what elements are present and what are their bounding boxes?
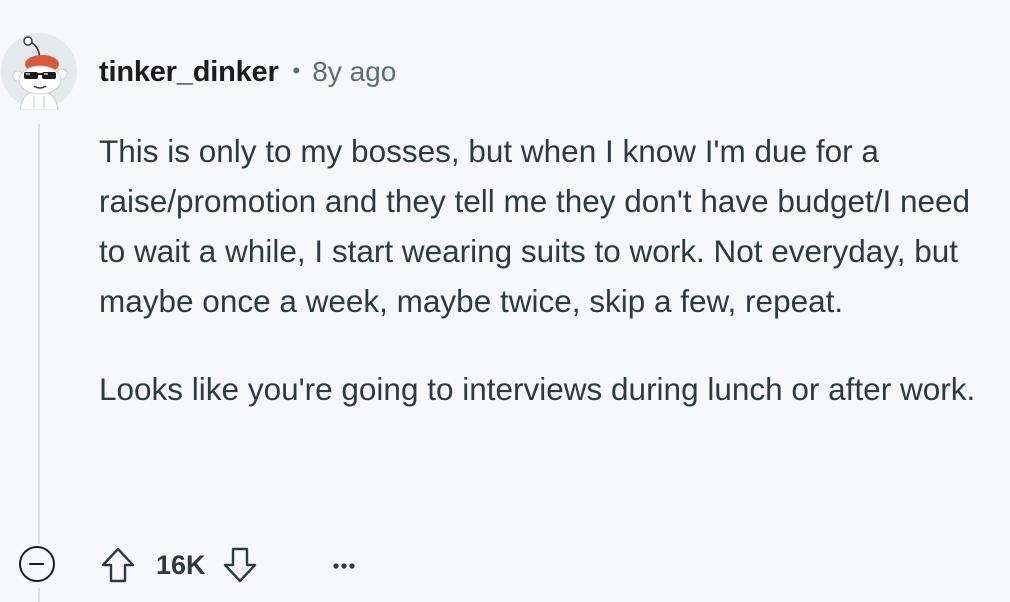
collapse-thread-button[interactable] xyxy=(19,546,55,582)
thread-line-continuation[interactable] xyxy=(38,588,40,602)
downvote-arrow-icon[interactable] xyxy=(220,543,260,587)
comment-paragraph: This is only to my bosses, but when I kn… xyxy=(99,133,971,319)
avatar[interactable] xyxy=(0,30,78,111)
username-link[interactable]: tinker_dinker xyxy=(99,56,279,89)
snoo-avatar-icon xyxy=(1,33,77,111)
more-options-button[interactable] xyxy=(322,548,366,584)
vote-controls: 16K xyxy=(98,542,260,588)
comment-body: This is only to my bosses, but when I kn… xyxy=(99,126,999,414)
comment-timestamp[interactable]: 8y ago xyxy=(312,56,396,88)
collapse-minus-icon xyxy=(29,562,44,565)
upvote-arrow-icon[interactable] xyxy=(98,543,138,587)
meta-separator: • xyxy=(292,58,301,83)
ellipsis-icon xyxy=(333,563,355,569)
comment-header: tinker_dinker • 8y ago xyxy=(99,52,396,92)
vote-score: 16K xyxy=(156,549,206,580)
thread-line[interactable] xyxy=(38,124,40,544)
comment-paragraph: Looks like you're going to interviews du… xyxy=(99,371,976,407)
